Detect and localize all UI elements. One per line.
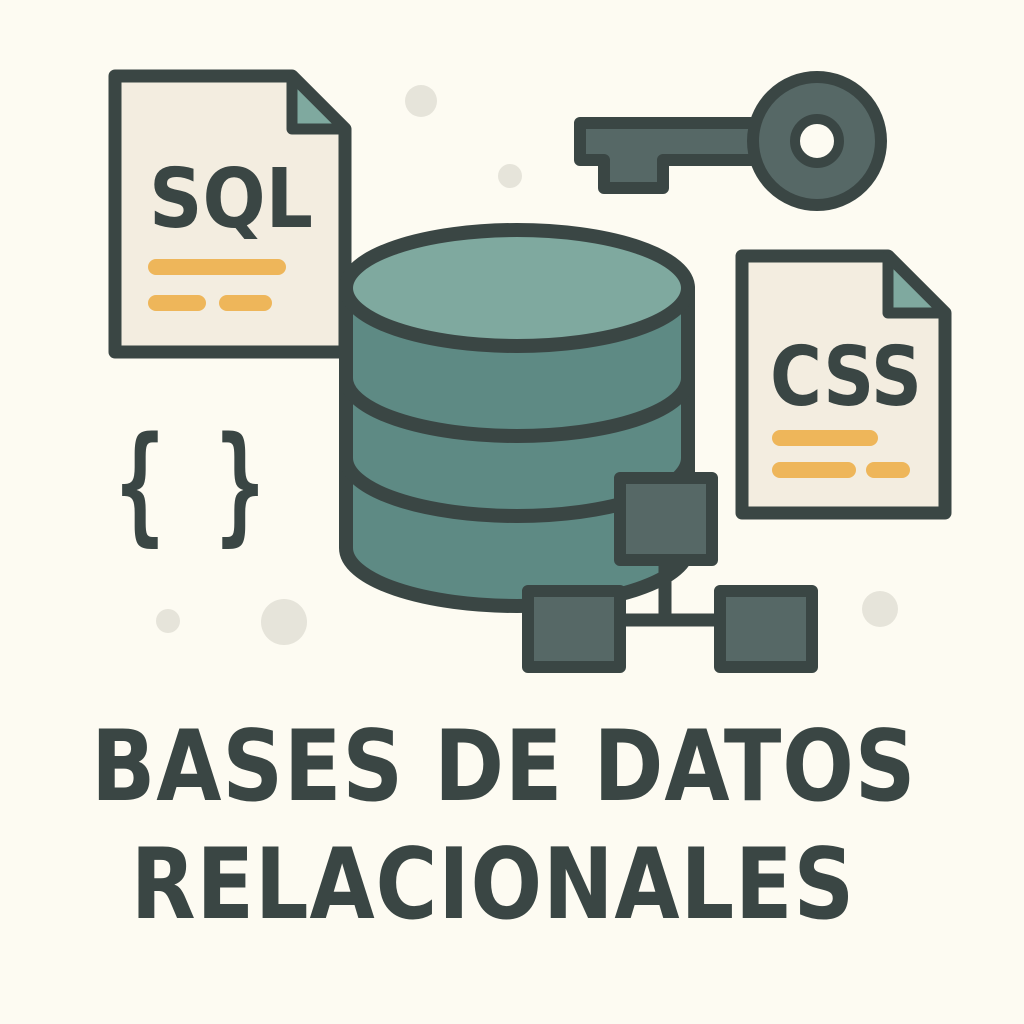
title-line-1: BASES DE DATOS: [91, 710, 917, 824]
illustration-canvas: SQL { } CSS BASES DE DATOS RELACIONALES: [0, 0, 1024, 1024]
decor-dot: [261, 599, 307, 645]
decor-dot: [405, 85, 437, 117]
decor-dot: [156, 609, 180, 633]
illustration-art: SQL { } CSS: [108, 69, 952, 673]
sql-file-icon: SQL: [108, 69, 352, 359]
page-title: BASES DE DATOS RELACIONALES: [0, 708, 1024, 944]
css-label: CSS: [770, 330, 922, 425]
relation-node: [614, 472, 718, 566]
code-braces-icon: { }: [115, 410, 265, 559]
key-icon: [574, 71, 887, 211]
decor-dot: [862, 591, 898, 627]
title-line-2: RELACIONALES: [130, 828, 856, 942]
sql-label: SQL: [149, 152, 313, 247]
relation-node: [714, 585, 818, 673]
decor-dot: [498, 164, 522, 188]
relation-node: [522, 585, 626, 673]
css-file-icon: CSS: [735, 249, 952, 520]
